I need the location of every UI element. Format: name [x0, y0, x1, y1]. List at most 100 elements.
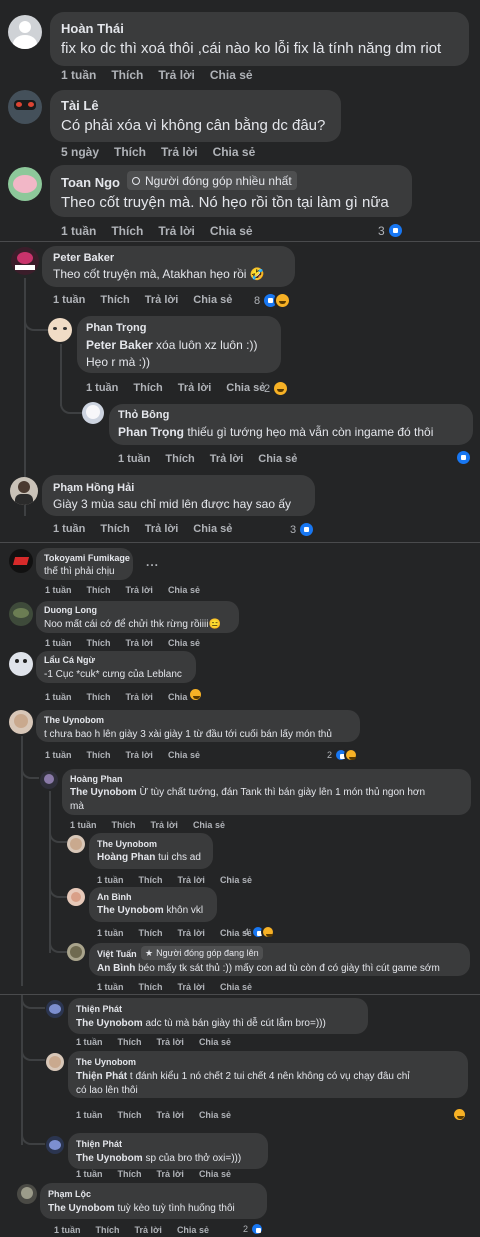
share-button[interactable]: Chia sẻ [199, 1110, 231, 1120]
avatar[interactable] [8, 90, 42, 124]
like-button[interactable]: Thích [87, 585, 111, 595]
timestamp[interactable]: 1 tuần [76, 1110, 103, 1120]
mention-link[interactable]: The Uynobom [48, 1203, 115, 1214]
timestamp[interactable]: 1 tuần [45, 750, 72, 760]
commenter-name[interactable]: Phạm Lộc [48, 1189, 91, 1199]
mention-link[interactable]: The Uynobom [70, 787, 137, 798]
avatar[interactable] [46, 1053, 64, 1071]
commenter-name[interactable]: Hoàng Phan [70, 774, 123, 784]
avatar[interactable] [8, 15, 42, 49]
timestamp[interactable]: 1 tuần [45, 585, 72, 595]
timestamp[interactable]: 1 tuần [61, 68, 96, 82]
share-button[interactable]: Chia sẻ [168, 638, 200, 648]
share-button[interactable]: Chia sẻ [199, 1037, 231, 1047]
avatar[interactable] [67, 943, 85, 961]
like-button[interactable]: Thích [139, 982, 163, 992]
reply-button[interactable]: Trả lời [178, 382, 212, 394]
avatar[interactable] [9, 549, 33, 573]
mention-link[interactable]: Peter Baker [86, 338, 153, 352]
reaction-summary[interactable] [452, 1107, 467, 1122]
avatar[interactable] [17, 1184, 37, 1204]
like-button[interactable]: Thích [133, 382, 162, 394]
reply-button[interactable]: Trả lời [178, 982, 205, 992]
timestamp[interactable]: 1 tuần [70, 820, 97, 830]
reaction-summary[interactable] [455, 449, 472, 466]
timestamp[interactable]: 1 tuần [76, 1037, 103, 1047]
share-button[interactable]: Chia sẻ [193, 294, 232, 306]
avatar[interactable] [48, 318, 72, 342]
like-button[interactable]: Thích [111, 68, 143, 82]
avatar[interactable] [11, 247, 39, 275]
share-button[interactable]: Chia sẻ [213, 145, 256, 159]
commenter-name[interactable]: Thiện Phát [76, 1004, 122, 1014]
avatar[interactable] [82, 402, 104, 424]
avatar[interactable] [9, 652, 33, 676]
mention-link[interactable]: Thiện Phát [76, 1071, 127, 1082]
reaction-summary[interactable]: 2 [264, 380, 290, 397]
share-button[interactable]: Chia sẻ [193, 523, 232, 535]
avatar[interactable] [40, 771, 58, 789]
share-button[interactable]: Chia sẻ [210, 68, 253, 82]
share-button[interactable]: Chia sẻ [258, 453, 297, 465]
commenter-name[interactable]: Thiện Phát [76, 1139, 122, 1149]
commenter-name[interactable]: Thỏ Bông [118, 409, 169, 421]
share-button[interactable]: Chia sẻ [226, 382, 265, 394]
like-button[interactable]: Thích [114, 145, 146, 159]
share-button[interactable]: Chia sẻ [193, 820, 225, 830]
reply-button[interactable]: Trả lời [157, 1169, 184, 1179]
timestamp[interactable]: 1 tuần [61, 224, 96, 238]
like-button[interactable]: Thích [100, 523, 129, 535]
timestamp[interactable]: 1 tuần [97, 928, 124, 938]
share-button[interactable]: Chia sẻ [168, 585, 200, 595]
reaction-summary[interactable]: 2 [243, 1222, 265, 1236]
reply-button[interactable]: Trả lời [135, 1225, 162, 1235]
share-button[interactable]: Chia sẻ [199, 1169, 231, 1179]
commenter-name[interactable]: The Uynobom [76, 1057, 136, 1067]
like-button[interactable]: Thích [87, 638, 111, 648]
mention-link[interactable]: The Uynobom [76, 1018, 143, 1029]
commenter-name[interactable]: An Bình [97, 892, 132, 902]
like-button[interactable]: Thích [118, 1169, 142, 1179]
reply-button[interactable]: Trả lời [178, 928, 205, 938]
commenter-name[interactable]: The Uynobom [44, 715, 104, 725]
timestamp[interactable]: 1 tuần [45, 638, 72, 648]
reaction-summary[interactable]: 4 [244, 925, 276, 939]
mention-link[interactable]: Hoàng Phan [97, 852, 155, 863]
reaction-summary[interactable]: 2 [327, 748, 359, 762]
share-button[interactable]: Chia sẻ [220, 875, 252, 885]
like-button[interactable]: Thích [139, 875, 163, 885]
mention-link[interactable]: The Uynobom [97, 905, 164, 916]
commenter-name[interactable]: Phan Trọng [86, 322, 147, 334]
like-button[interactable]: Thích [100, 294, 129, 306]
reply-button[interactable]: Trả lời [145, 523, 179, 535]
timestamp[interactable]: 1 tuần [86, 382, 118, 394]
timestamp[interactable]: 1 tuần [45, 692, 72, 702]
timestamp[interactable]: 1 tuần [76, 1169, 103, 1179]
share-button[interactable]: Chia sẻ [220, 982, 252, 992]
reaction-summary[interactable] [188, 687, 203, 702]
reply-button[interactable]: Trả lời [210, 453, 244, 465]
timestamp[interactable]: 1 tuần [53, 523, 85, 535]
more-options-button[interactable]: ... [146, 555, 159, 569]
avatar[interactable] [46, 1000, 64, 1018]
like-button[interactable]: Thích [139, 928, 163, 938]
reply-button[interactable]: Trả lời [161, 145, 198, 159]
mention-link[interactable]: An Bình [97, 963, 135, 974]
reply-button[interactable]: Trả lời [145, 294, 179, 306]
like-button[interactable]: Thích [96, 1225, 120, 1235]
reply-button[interactable]: Trả lời [158, 68, 195, 82]
avatar[interactable] [9, 710, 33, 734]
reply-button[interactable]: Trả lời [157, 1037, 184, 1047]
like-button[interactable]: Thích [112, 820, 136, 830]
reply-button[interactable]: Trả lời [126, 585, 153, 595]
share-button[interactable]: Chia sẻ [177, 1225, 209, 1235]
commenter-name[interactable]: Toan Ngo [61, 175, 120, 190]
like-button[interactable]: Thích [87, 750, 111, 760]
commenter-name[interactable]: The Uynobom [97, 839, 157, 849]
reply-button[interactable]: Trả lời [151, 820, 178, 830]
commenter-name[interactable]: Tài Lê [61, 98, 99, 113]
timestamp[interactable]: 1 tuần [97, 875, 124, 885]
reaction-summary[interactable]: 8 [254, 292, 292, 309]
avatar[interactable] [9, 602, 33, 626]
commenter-name[interactable]: Hoàn Thái [61, 21, 124, 36]
